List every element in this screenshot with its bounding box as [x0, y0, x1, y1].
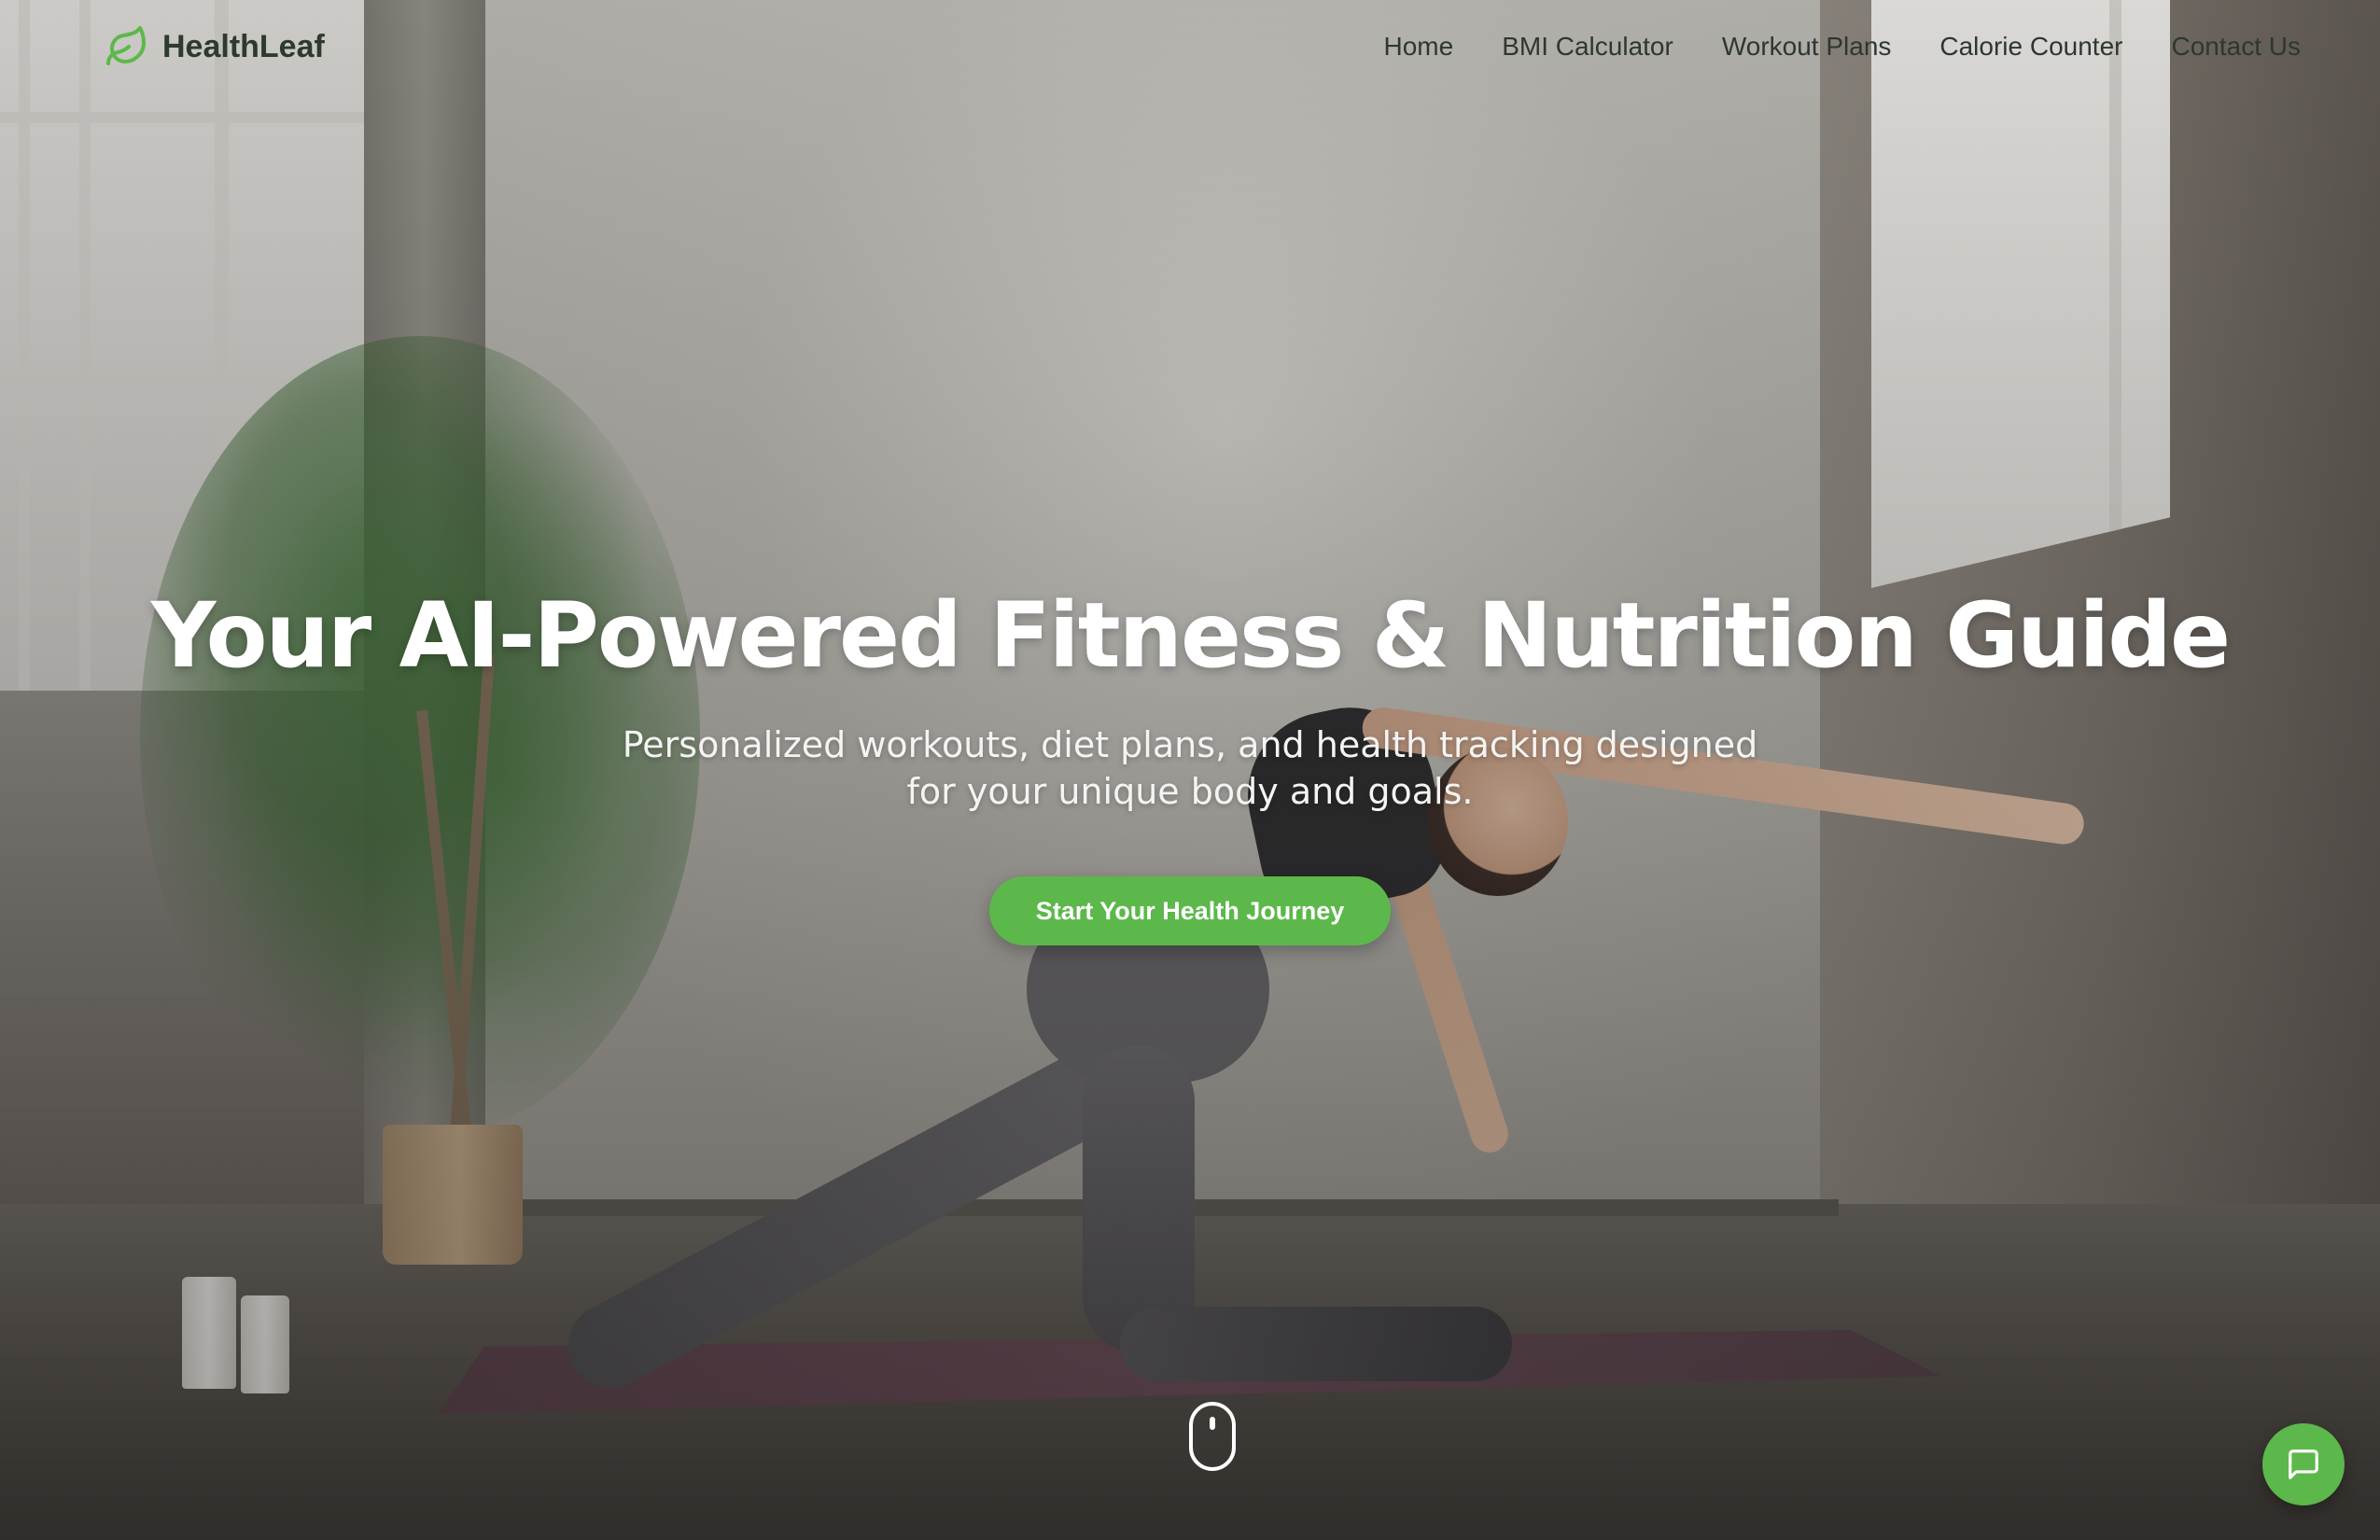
hero-subtitle: Personalized workouts, diet plans, and h…: [622, 724, 1758, 812]
nav-link-bmi-calculator[interactable]: BMI Calculator: [1502, 32, 1673, 62]
nav-link-calorie-counter[interactable]: Calorie Counter: [1939, 32, 2122, 62]
nav-link-contact-us[interactable]: Contact Us: [2172, 32, 2302, 62]
mouse-scroll-icon[interactable]: [1189, 1402, 1236, 1471]
hero-content: Your AI-Powered Fitness & Nutrition Guid…: [0, 583, 2380, 945]
nav-links: Home BMI Calculator Workout Plans Calori…: [1384, 32, 2302, 62]
top-navigation: HealthLeaf Home BMI Calculator Workout P…: [0, 0, 2380, 93]
scroll-wheel-dot: [1210, 1417, 1215, 1430]
start-journey-button[interactable]: Start Your Health Journey: [988, 876, 1392, 945]
hero-section: HealthLeaf Home BMI Calculator Workout P…: [0, 0, 2380, 1540]
brand-logo-link[interactable]: HealthLeaf: [105, 24, 325, 69]
nav-link-home[interactable]: Home: [1384, 32, 1454, 62]
brand-name: HealthLeaf: [162, 28, 325, 64]
nav-link-workout-plans[interactable]: Workout Plans: [1722, 32, 1892, 62]
hero-title: Your AI-Powered Fitness & Nutrition Guid…: [150, 583, 2231, 688]
leaf-icon: [106, 26, 146, 65]
chat-button[interactable]: [2262, 1423, 2345, 1505]
chat-bubble-icon: [2289, 1449, 2318, 1479]
